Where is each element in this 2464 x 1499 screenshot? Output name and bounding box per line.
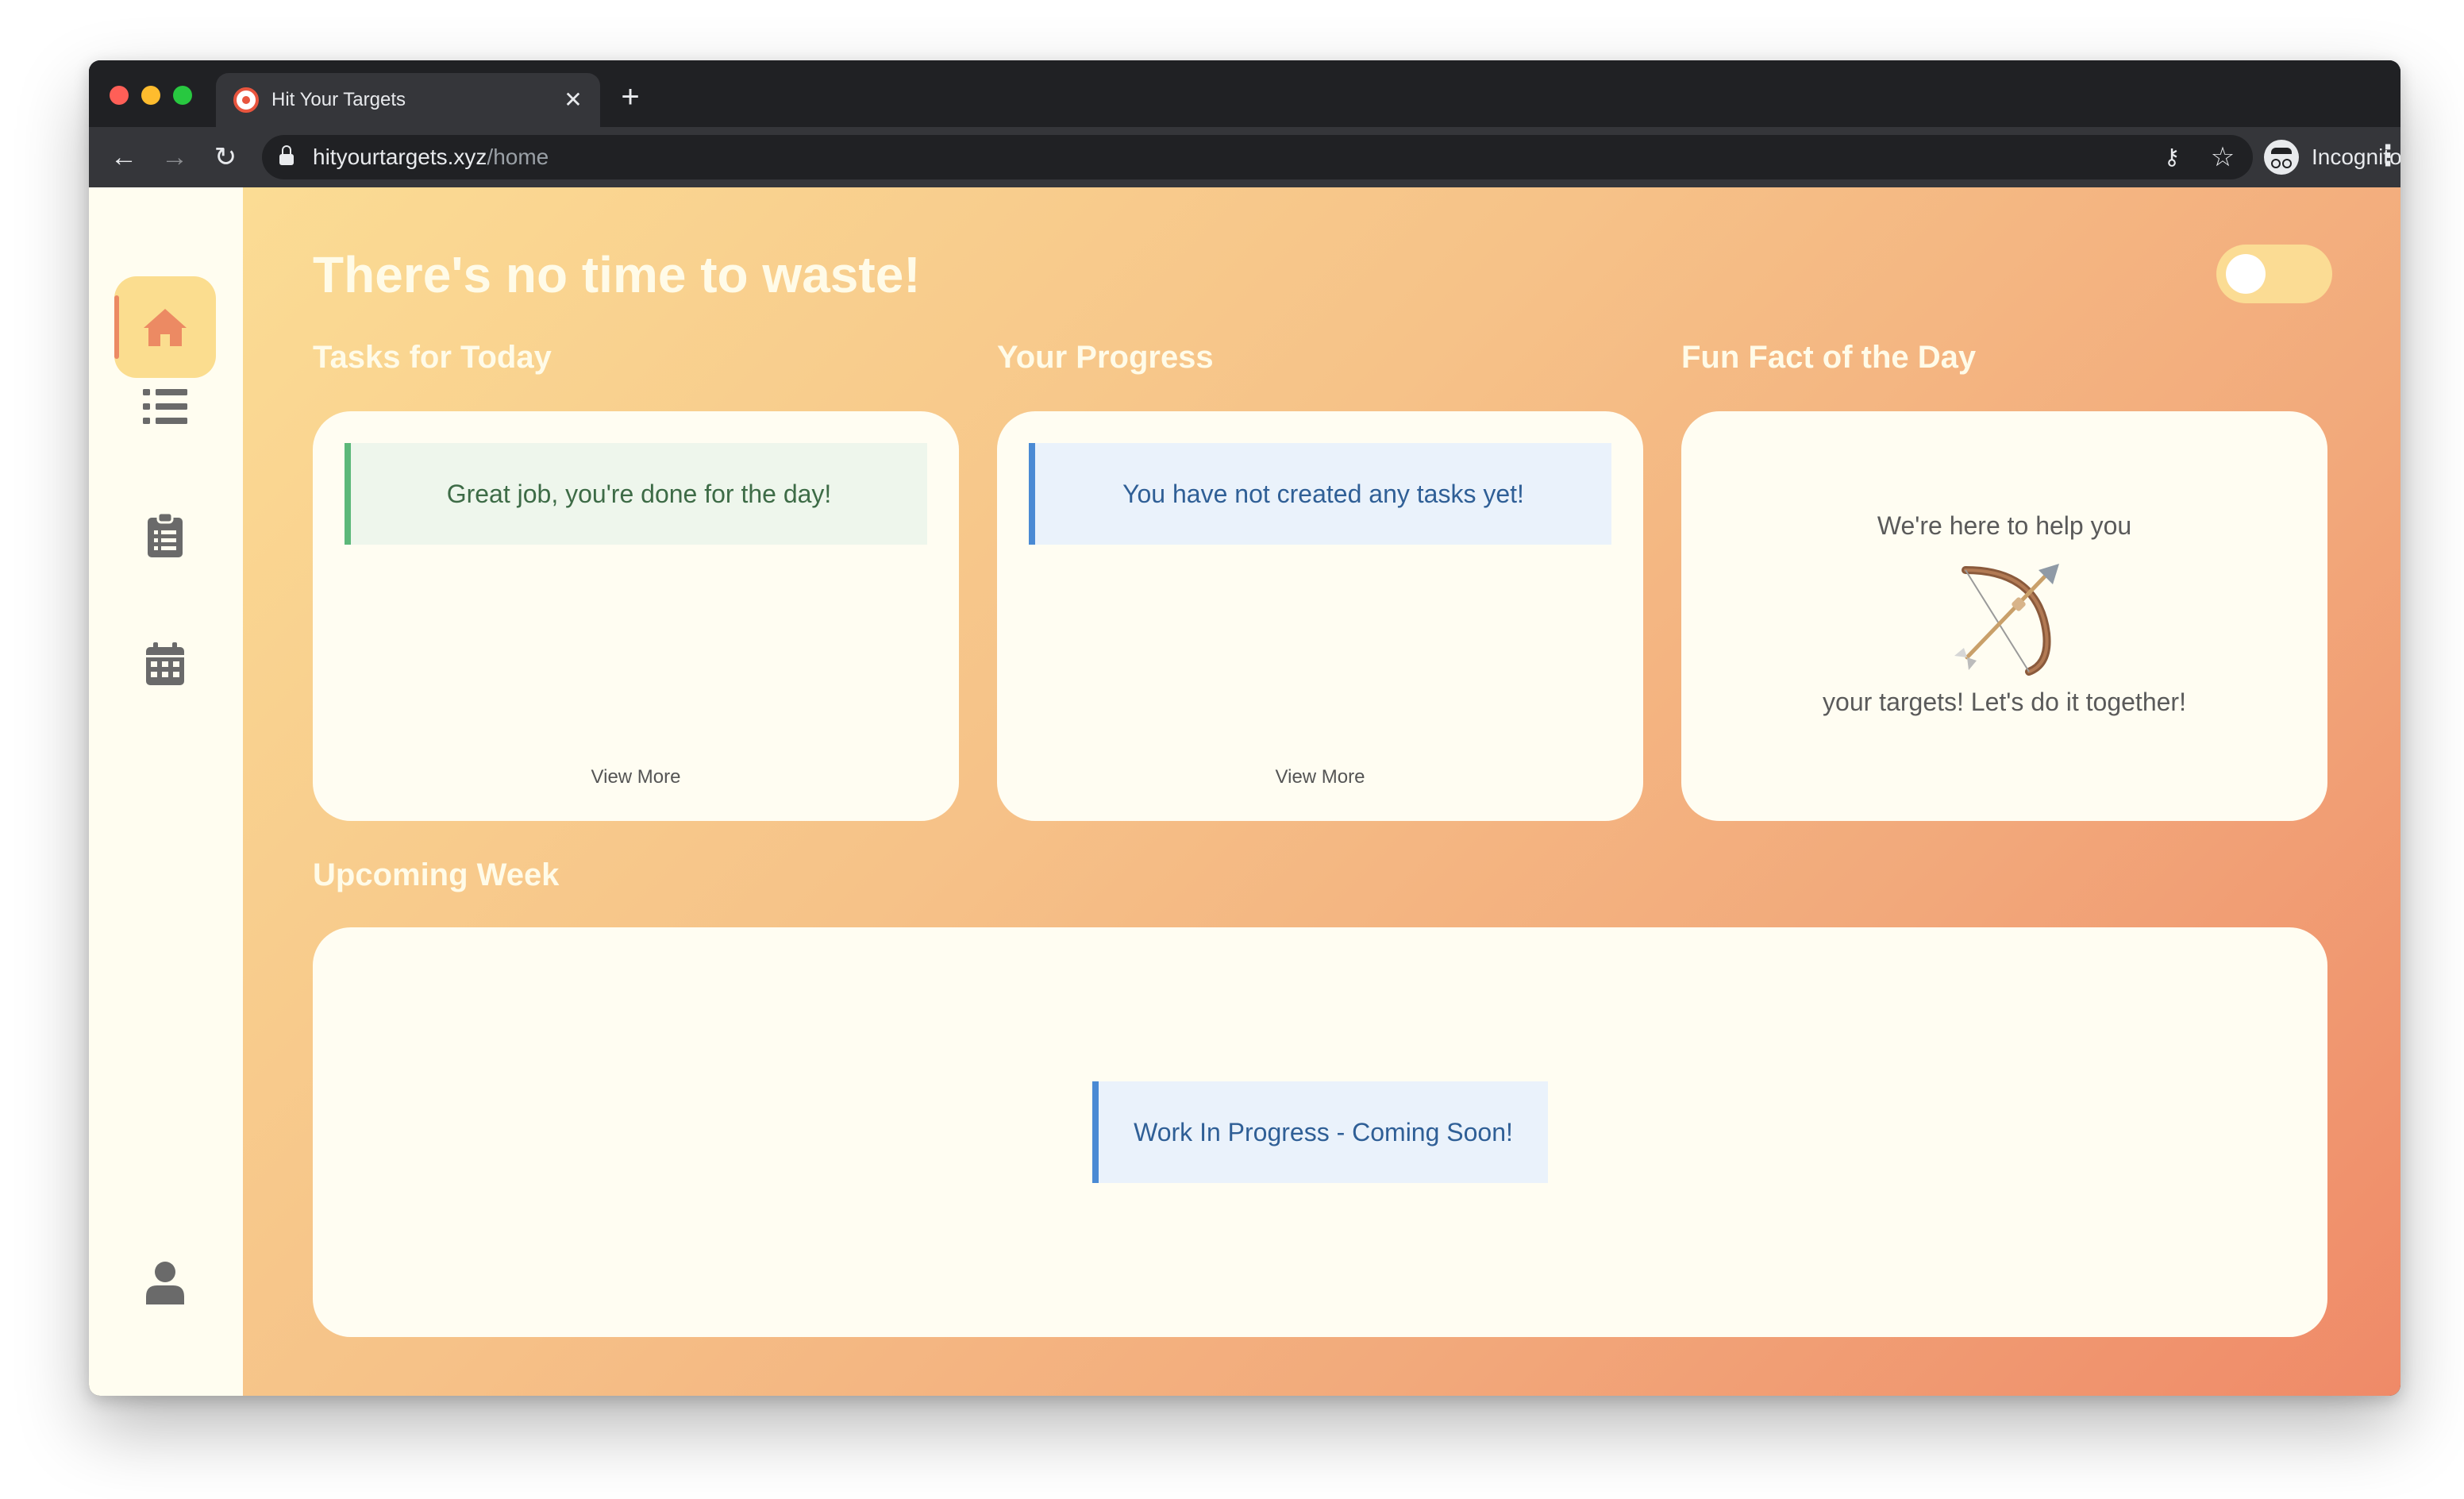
calendar-icon [146, 642, 184, 685]
tab-title: Hit Your Targets [271, 89, 406, 110]
lock-icon [279, 145, 294, 165]
page-title: There's no time to waste! [313, 246, 921, 303]
dashboard-main: There's no time to waste! Tasks for Toda… [243, 187, 2400, 1396]
browser-toolbar: ← → ↻ hityourtargets.xyz/home ⚷ ☆ Incogn… [89, 127, 2400, 187]
upcoming-section-title: Upcoming Week [313, 857, 560, 892]
key-icon[interactable]: ⚷ [2158, 145, 2186, 170]
fun-fact-card: We're here to help you your targets! Let… [1681, 411, 2327, 821]
url-path: /home [487, 145, 549, 169]
browser-tab[interactable]: Hit Your Targets ✕ [216, 73, 600, 127]
theme-toggle-switch[interactable] [2216, 245, 2332, 303]
url-host: hityourtargets.xyz [313, 145, 487, 169]
sidebar-item-clipboard[interactable] [114, 484, 216, 586]
home-icon [144, 309, 187, 346]
incognito-icon [2264, 140, 2299, 175]
list-icon [143, 389, 187, 424]
browser-window: Hit Your Targets ✕ + ← → ↻ hityourtarget… [89, 60, 2400, 1396]
forward-arrow-icon[interactable]: → [156, 138, 194, 176]
url-text[interactable]: hityourtargets.xyz/home [313, 145, 549, 170]
browser-title-bar: Hit Your Targets ✕ + [89, 60, 2400, 127]
upcoming-week-card: Work In Progress - Coming Soon! [313, 927, 2327, 1337]
maximize-window-button[interactable] [173, 86, 192, 105]
work-in-progress-alert: Work In Progress - Coming Soon! [1092, 1081, 1548, 1183]
progress-section-title: Your Progress [997, 340, 1214, 375]
target-favicon-icon [233, 87, 259, 113]
star-icon[interactable]: ☆ [2208, 143, 2237, 171]
sidebar-item-profile[interactable] [114, 1232, 216, 1334]
reload-icon[interactable]: ↻ [206, 138, 244, 176]
sidebar-item-list[interactable] [114, 356, 216, 457]
clipboard-icon [148, 513, 183, 557]
tab-close-icon[interactable]: ✕ [557, 84, 589, 116]
tasks-complete-alert: Great job, you're done for the day! [345, 443, 927, 545]
sidebar-item-calendar[interactable] [114, 613, 216, 715]
more-menu-icon[interactable]: ⋮ [2374, 138, 2400, 176]
bow-and-arrow-icon [1954, 564, 2059, 676]
progress-view-more-link[interactable]: View More [997, 765, 1643, 789]
new-tab-button[interactable]: + [613, 81, 648, 116]
fun-fact-section-title: Fun Fact of the Day [1681, 340, 1977, 375]
address-bar[interactable]: hityourtargets.xyz/home ⚷ ☆ [262, 135, 2253, 179]
fun-fact-line-2: your targets! Let's do it together! [1823, 688, 2186, 716]
tasks-card: Great job, you're done for the day! View… [313, 411, 959, 821]
toggle-knob [2226, 254, 2266, 294]
tasks-section-title: Tasks for Today [313, 340, 552, 375]
progress-card: You have not created any tasks yet! View… [997, 411, 1643, 821]
back-arrow-icon[interactable]: ← [105, 138, 143, 176]
minimize-window-button[interactable] [141, 86, 160, 105]
no-tasks-alert: You have not created any tasks yet! [1029, 443, 1611, 545]
close-window-button[interactable] [110, 86, 129, 105]
sidebar [89, 187, 243, 1396]
user-icon [146, 1262, 184, 1304]
fun-fact-line-1: We're here to help you [1877, 511, 2132, 540]
app-page: There's no time to waste! Tasks for Toda… [89, 187, 2400, 1396]
tasks-view-more-link[interactable]: View More [313, 765, 959, 789]
